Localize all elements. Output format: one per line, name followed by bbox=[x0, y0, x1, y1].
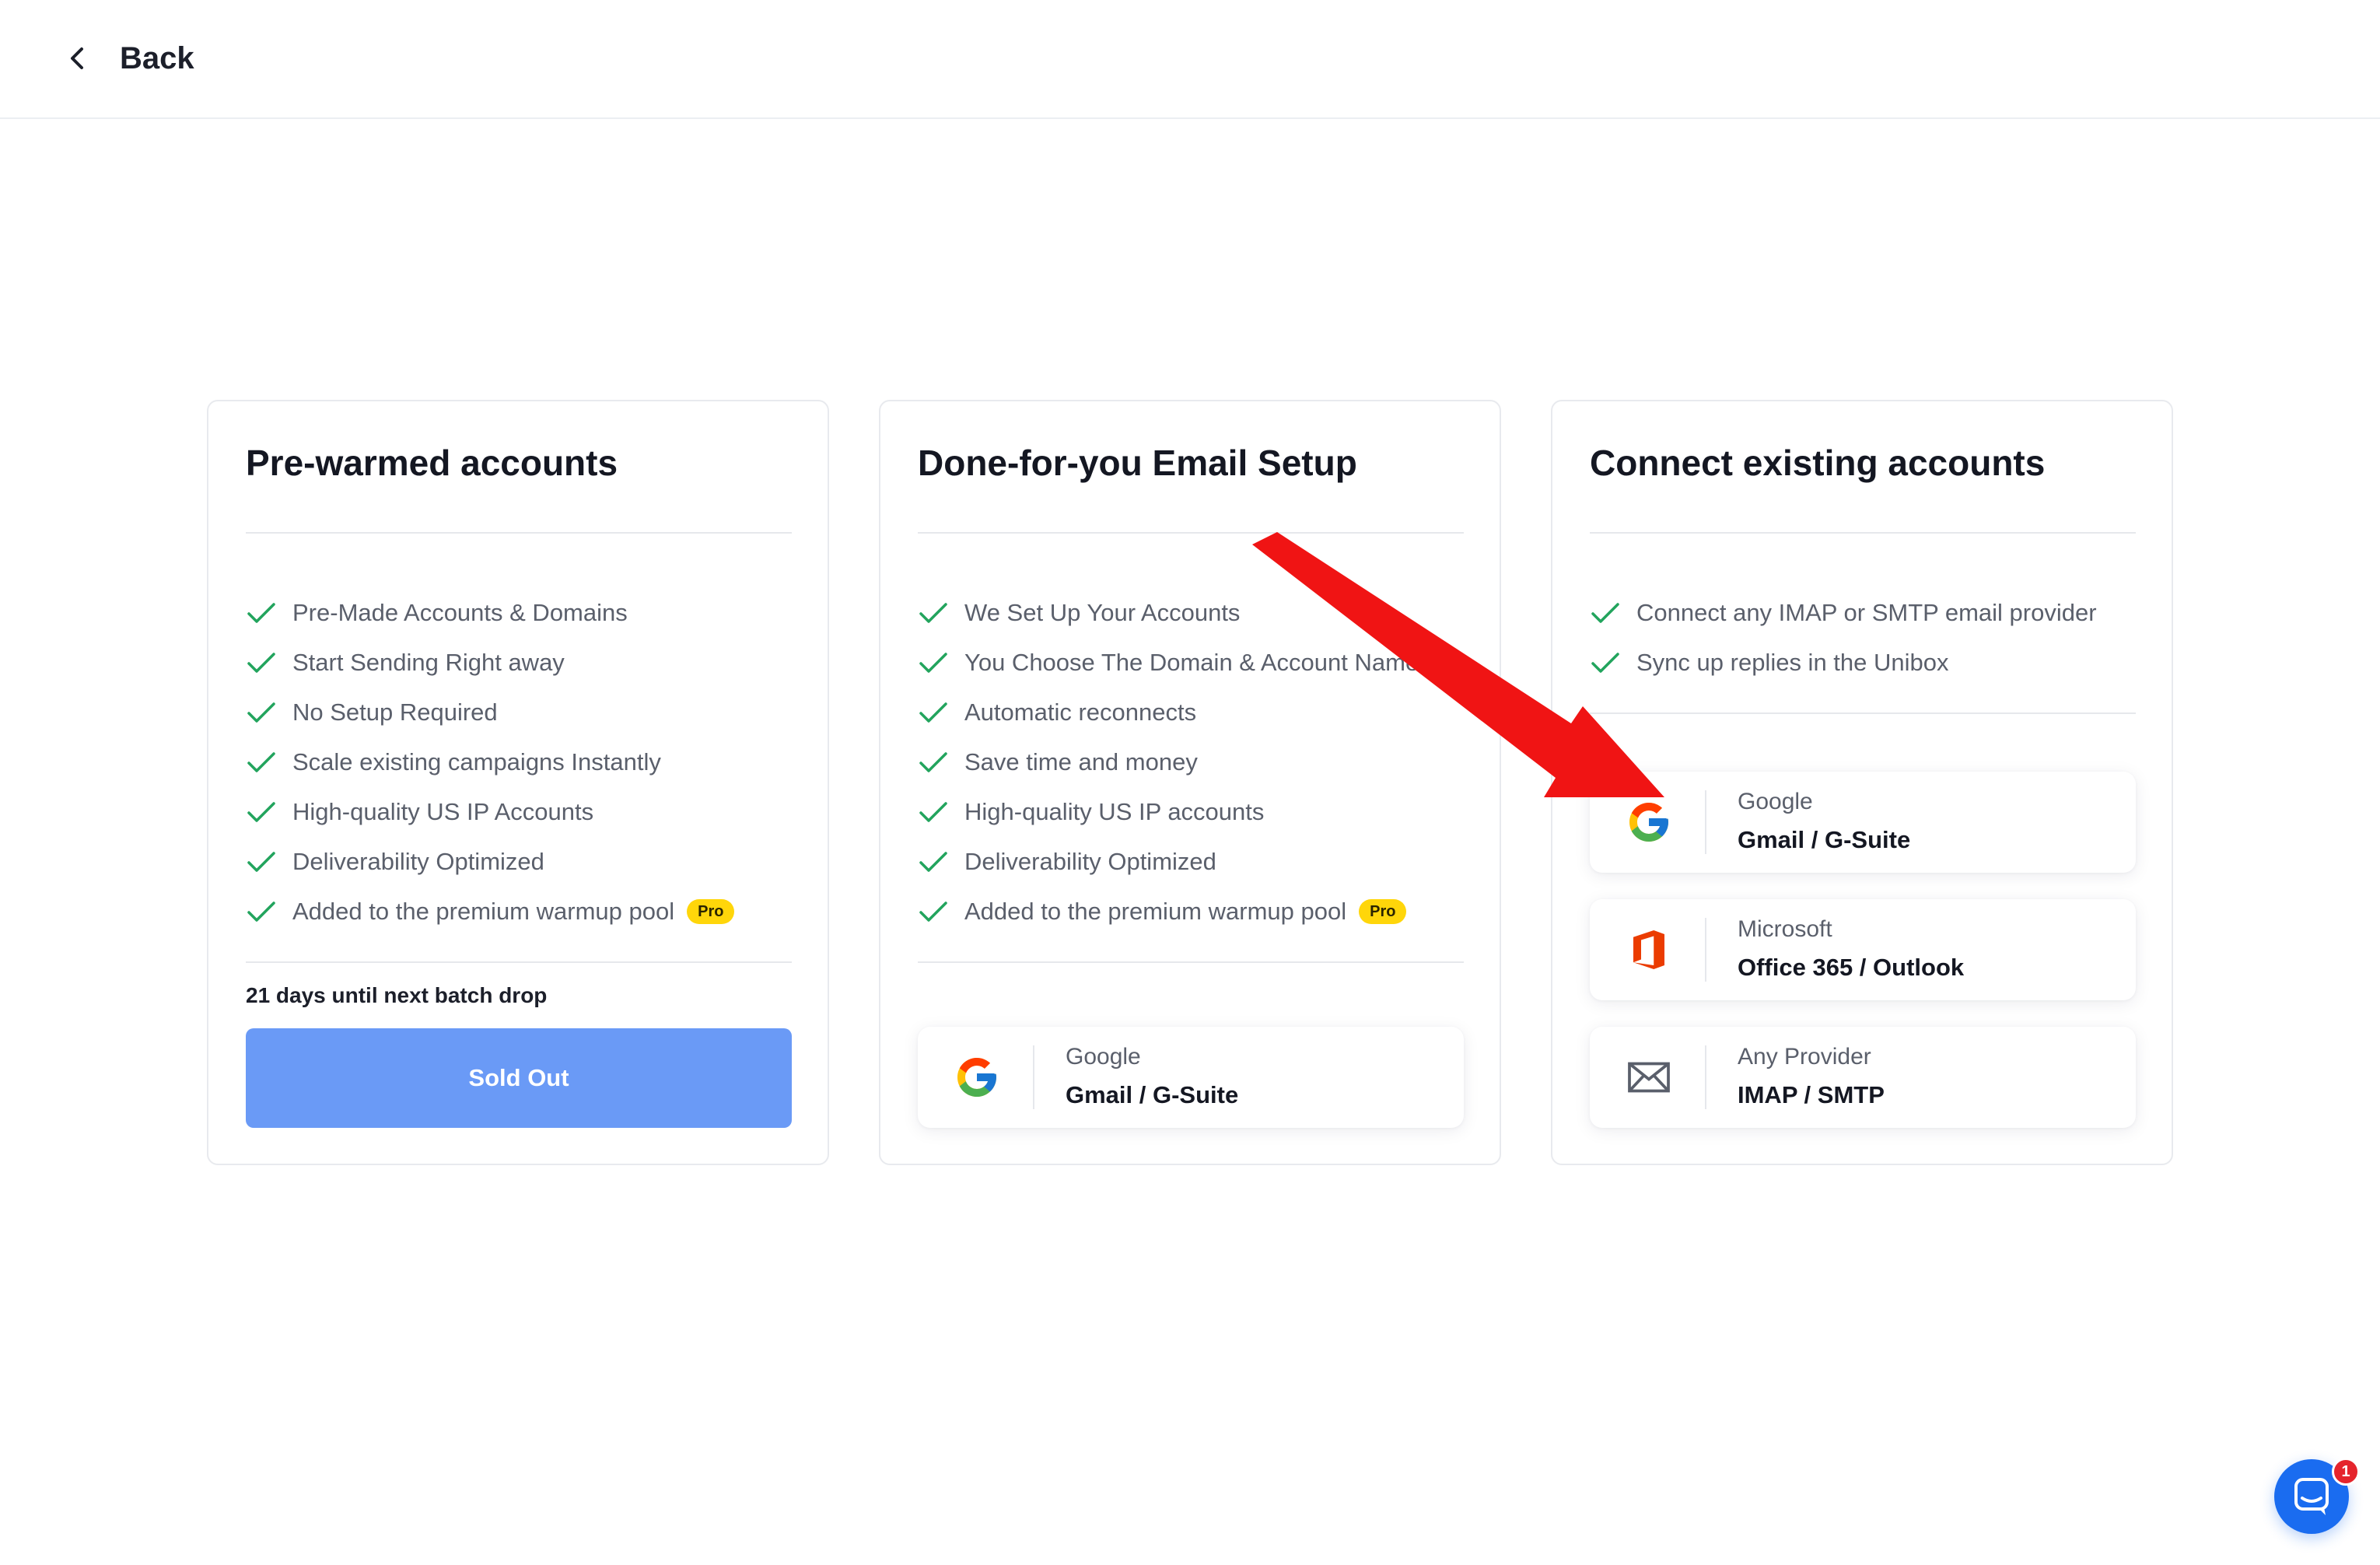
provider-google-dfy[interactable]: Google Gmail / G-Suite bbox=[918, 1027, 1464, 1128]
feature-item: Sync up replies in the Unibox bbox=[1590, 638, 2097, 688]
provider-product: Gmail / G-Suite bbox=[1738, 826, 1911, 853]
card-title: Done-for-you Email Setup bbox=[918, 443, 1357, 483]
feature-label: We Set Up Your Accounts bbox=[964, 599, 1241, 626]
notification-badge: 1 bbox=[2332, 1458, 2360, 1486]
provider-microsoft[interactable]: Microsoft Office 365 / Outlook bbox=[1590, 899, 2136, 1000]
check-icon bbox=[919, 653, 947, 673]
provider-product: Office 365 / Outlook bbox=[1738, 954, 1965, 981]
check-icon bbox=[247, 802, 275, 822]
feature-item: Deliverability Optimized bbox=[246, 837, 734, 887]
card-title: Pre-warmed accounts bbox=[246, 443, 618, 483]
check-icon bbox=[919, 702, 947, 723]
provider-product: Gmail / G-Suite bbox=[1066, 1081, 1239, 1108]
feature-item: Connect any IMAP or SMTP email provider bbox=[1590, 588, 2097, 638]
feature-label: Added to the premium warmup pool bbox=[964, 898, 1347, 925]
feature-item: Deliverability Optimized bbox=[918, 837, 1431, 887]
check-icon bbox=[1591, 653, 1619, 673]
feature-item: High-quality US IP Accounts bbox=[246, 787, 734, 837]
separator bbox=[1705, 790, 1706, 854]
feature-item: Added to the premium warmup pool Pro bbox=[246, 887, 735, 937]
provider-name: Google bbox=[1738, 789, 1813, 814]
check-icon bbox=[247, 852, 275, 872]
back-label: Back bbox=[120, 40, 194, 75]
provider-name: Microsoft bbox=[1738, 916, 1832, 942]
envelope-icon bbox=[1628, 1062, 1670, 1093]
feature-item: Pre-Made Accounts & Domains bbox=[246, 588, 734, 638]
google-icon bbox=[1629, 803, 1668, 842]
separator bbox=[1705, 918, 1706, 982]
feature-list: We Set Up Your Accounts You Choose The D… bbox=[918, 588, 1431, 937]
feature-item: Start Sending Right away bbox=[246, 638, 734, 688]
feature-list: Connect any IMAP or SMTP email provider … bbox=[1590, 588, 2097, 688]
feature-item: You Choose The Domain & Account Names bbox=[918, 638, 1431, 688]
top-bar: Back bbox=[0, 0, 2380, 119]
provider-name: Any Provider bbox=[1738, 1044, 1871, 1070]
provider-imap[interactable]: Any Provider IMAP / SMTP bbox=[1590, 1027, 2136, 1128]
back-button[interactable]: Back bbox=[62, 31, 194, 86]
provider-google[interactable]: Google Gmail / G-Suite bbox=[1590, 772, 2136, 873]
divider bbox=[246, 532, 792, 534]
check-icon bbox=[1591, 603, 1619, 623]
batch-drop-text: 21 days until next batch drop bbox=[246, 983, 548, 1007]
feature-label: Connect any IMAP or SMTP email provider bbox=[1636, 599, 2097, 626]
pro-badge: Pro bbox=[1359, 899, 1407, 924]
check-icon bbox=[919, 902, 947, 922]
card-pre-warmed-accounts: Pre-warmed accounts Pre-Made Accounts & … bbox=[207, 400, 829, 1165]
feature-item: High-quality US IP accounts bbox=[918, 787, 1431, 837]
feature-item: No Setup Required bbox=[246, 688, 734, 737]
card-done-for-you-setup: Done-for-you Email Setup We Set Up Your … bbox=[879, 400, 1501, 1165]
check-icon bbox=[247, 603, 275, 623]
feature-label: Added to the premium warmup pool bbox=[292, 898, 675, 925]
provider-name: Google bbox=[1066, 1044, 1141, 1070]
feature-label: High-quality US IP accounts bbox=[964, 798, 1265, 825]
office-icon bbox=[1633, 930, 1664, 969]
feature-label: Pre-Made Accounts & Domains bbox=[292, 599, 628, 626]
chat-icon bbox=[2294, 1478, 2329, 1515]
provider-product: IMAP / SMTP bbox=[1738, 1081, 1885, 1108]
check-icon bbox=[919, 603, 947, 623]
check-icon bbox=[919, 802, 947, 822]
feature-label: Sync up replies in the Unibox bbox=[1636, 649, 1949, 676]
feature-item: Save time and money bbox=[918, 737, 1431, 787]
separator bbox=[1033, 1045, 1034, 1109]
feature-label: Deliverability Optimized bbox=[964, 848, 1216, 875]
check-icon bbox=[247, 752, 275, 772]
feature-item: Automatic reconnects bbox=[918, 688, 1431, 737]
google-icon bbox=[957, 1058, 996, 1097]
feature-label: Automatic reconnects bbox=[964, 698, 1197, 726]
divider bbox=[1590, 532, 2136, 534]
divider bbox=[918, 961, 1464, 963]
feature-item: We Set Up Your Accounts bbox=[918, 588, 1431, 638]
check-icon bbox=[247, 653, 275, 673]
feature-list: Pre-Made Accounts & Domains Start Sendin… bbox=[246, 588, 735, 937]
card-title: Connect existing accounts bbox=[1590, 443, 2046, 483]
feature-label: High-quality US IP Accounts bbox=[292, 798, 594, 825]
divider bbox=[1590, 712, 2136, 714]
pro-badge: Pro bbox=[687, 899, 735, 924]
chevron-left-icon bbox=[71, 47, 83, 69]
divider bbox=[246, 961, 792, 963]
feature-label: Save time and money bbox=[964, 748, 1198, 775]
feature-label: Scale existing campaigns Instantly bbox=[292, 748, 661, 775]
feature-item: Scale existing campaigns Instantly bbox=[246, 737, 734, 787]
divider bbox=[918, 532, 1464, 534]
feature-label: Start Sending Right away bbox=[292, 649, 565, 676]
feature-label: No Setup Required bbox=[292, 698, 498, 726]
feature-label: You Choose The Domain & Account Names bbox=[964, 649, 1431, 676]
feature-item: Added to the premium warmup pool Pro bbox=[918, 887, 1431, 937]
card-connect-existing: Connect existing accounts Connect any IM… bbox=[1551, 400, 2173, 1165]
check-icon bbox=[247, 702, 275, 723]
check-icon bbox=[919, 852, 947, 872]
check-icon bbox=[919, 752, 947, 772]
feature-label: Deliverability Optimized bbox=[292, 848, 544, 875]
sold-out-button[interactable]: Sold Out bbox=[246, 1028, 792, 1128]
check-icon bbox=[247, 902, 275, 922]
separator bbox=[1705, 1045, 1706, 1109]
